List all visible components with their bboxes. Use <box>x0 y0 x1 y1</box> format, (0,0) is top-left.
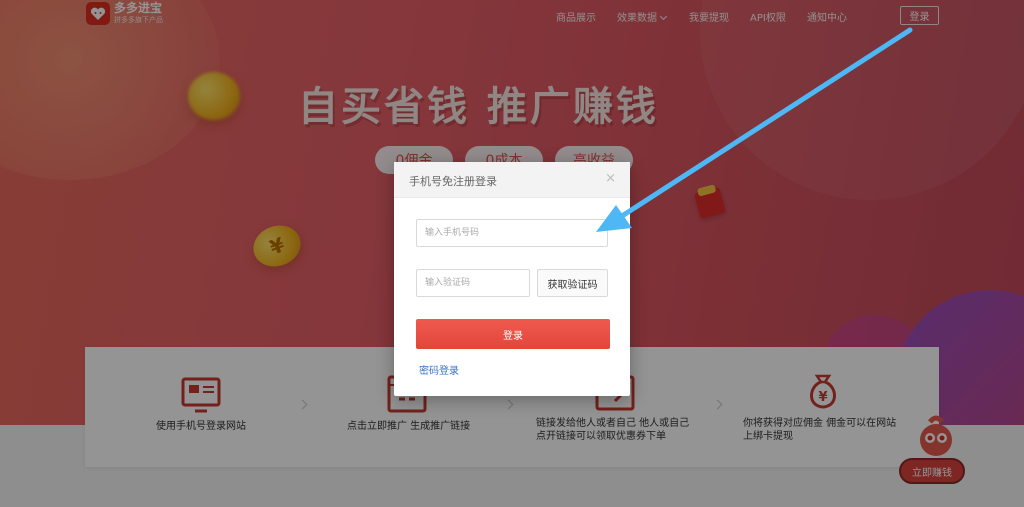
annotation-arrow <box>596 27 913 232</box>
